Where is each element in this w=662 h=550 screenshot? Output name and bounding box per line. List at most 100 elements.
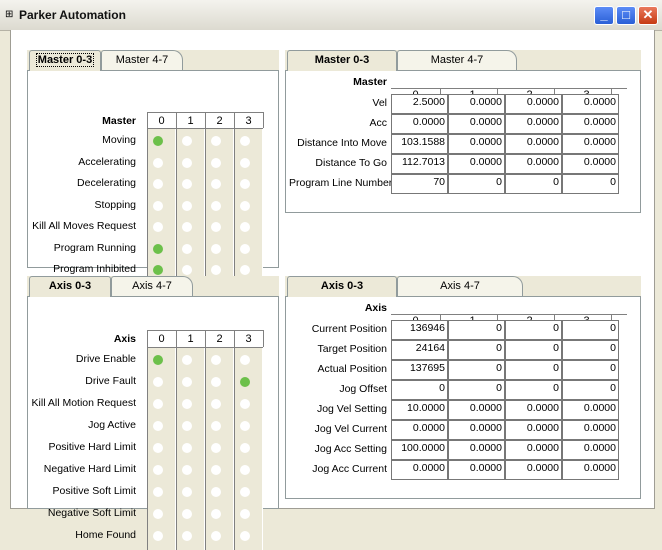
value-cell: 0.0000 <box>448 460 505 480</box>
header-divider <box>176 111 177 128</box>
grid-header-label: Axis <box>364 302 387 314</box>
status-led-indicator <box>211 465 221 475</box>
status-led-indicator <box>153 465 163 475</box>
status-led-indicator <box>211 509 221 519</box>
status-led-indicator <box>240 179 250 189</box>
status-led-indicator <box>153 443 163 453</box>
status-led-indicator <box>182 487 192 497</box>
header-divider <box>147 111 148 128</box>
status-row-label: Positive Hard Limit <box>48 441 136 453</box>
status-row-label: Drive Fault <box>85 375 136 387</box>
status-led-indicator <box>153 509 163 519</box>
value-cell: 0 <box>562 340 619 360</box>
value-cell: 0.0000 <box>505 460 562 480</box>
status-led-indicator <box>240 265 250 275</box>
status-led-indicator <box>153 421 163 431</box>
value-cell: 0 <box>448 360 505 380</box>
value-row-label: Jog Offset <box>339 383 387 395</box>
value-cell: 0.0000 <box>448 114 505 134</box>
status-led-indicator <box>182 355 192 365</box>
status-led-indicator <box>182 399 192 409</box>
status-led-indicator <box>153 179 163 189</box>
status-led-indicator <box>182 136 192 146</box>
minimize-button[interactable]: _ <box>594 6 614 25</box>
value-cell: 2.5000 <box>391 94 448 114</box>
column-header-0: 0 <box>158 333 165 345</box>
value-cell: 112.7013 <box>391 154 448 174</box>
value-row-label: Jog Vel Current <box>314 423 387 435</box>
status-led-indicator <box>240 465 250 475</box>
value-cell: 103.1588 <box>391 134 448 154</box>
status-led-indicator <box>182 531 192 541</box>
grid-header-label: Master <box>353 76 387 88</box>
value-cell: 0 <box>448 340 505 360</box>
status-led-indicator <box>240 136 250 146</box>
header-divider <box>176 330 177 347</box>
status-led-indicator <box>153 200 163 211</box>
tab-master-4-7[interactable]: Master 4-7 <box>101 50 183 70</box>
status-led-indicator <box>182 243 192 254</box>
value-cell: 0.0000 <box>391 460 448 480</box>
status-led-indicator <box>240 509 250 519</box>
status-led-indicator <box>240 222 250 232</box>
value-row-label: Target Position <box>317 343 387 355</box>
tab-axis-4-7[interactable]: Axis 4-7 <box>111 276 193 296</box>
status-led-indicator <box>240 443 250 453</box>
header-divider <box>263 111 264 128</box>
tab-axis-0-3[interactable]: Axis 0-3 <box>29 276 111 297</box>
header-divider <box>234 111 235 128</box>
value-cell: 70 <box>391 174 448 194</box>
column-header-2: 2 <box>216 114 223 127</box>
status-led-indicator <box>211 136 221 146</box>
header-divider <box>205 111 206 128</box>
status-led-indicator <box>211 243 221 254</box>
status-led-indicator <box>240 399 250 409</box>
value-row-label: Jog Acc Current <box>312 463 387 475</box>
value-row-label: Jog Vel Setting <box>316 403 387 415</box>
status-led-indicator <box>211 531 221 541</box>
tab-master-0-3-values[interactable]: Master 0-3 <box>287 50 397 71</box>
status-row-label: Kill All Moves Request <box>32 220 136 232</box>
status-row-label: Positive Soft Limit <box>52 485 136 497</box>
status-led-indicator <box>211 265 221 275</box>
tab-axis-0-3-values[interactable]: Axis 0-3 <box>287 276 397 297</box>
tab-master-4-7-values[interactable]: Master 4-7 <box>397 50 517 70</box>
status-led-indicator <box>182 465 192 475</box>
value-cell: 0 <box>448 174 505 194</box>
status-led-indicator <box>240 243 250 254</box>
value-cell: 136946 <box>391 320 448 340</box>
close-button[interactable]: ✕ <box>638 6 658 25</box>
maximize-button[interactable]: □ <box>616 6 636 25</box>
column-header-2: 2 <box>216 333 223 345</box>
header-divider <box>205 330 206 347</box>
status-led-indicator <box>240 531 250 541</box>
status-led-indicator <box>153 399 163 409</box>
status-led-indicator <box>211 443 221 453</box>
status-led-indicator <box>153 136 163 146</box>
status-row-label: Program Running <box>53 241 136 254</box>
column-header-3: 3 <box>245 114 252 127</box>
value-cell: 0.0000 <box>505 94 562 114</box>
status-row-label: Program Inhibited <box>53 263 136 275</box>
status-led-indicator <box>153 265 163 275</box>
value-cell: 0.0000 <box>505 400 562 420</box>
value-cell: 0.0000 <box>562 460 619 480</box>
value-cell: 0.0000 <box>562 440 619 460</box>
app-icon[interactable]: ⊞ <box>5 9 17 20</box>
value-cell: 0.0000 <box>562 94 619 114</box>
master-status-panel: Master 0-3 Master 4-7 Master 0 1 2 3 Moving Ac… <box>27 50 279 305</box>
status-led-indicator <box>240 200 250 211</box>
grid-header-label: Master <box>102 114 136 127</box>
status-led-indicator <box>182 179 192 189</box>
value-cell: 24164 <box>391 340 448 360</box>
value-cell: 0 <box>448 320 505 340</box>
status-led-indicator <box>153 355 163 365</box>
status-led-indicator <box>182 421 192 431</box>
window-title: Parker Automation <box>19 8 126 22</box>
tab-axis-4-7-values[interactable]: Axis 4-7 <box>397 276 523 296</box>
value-cell: 0.0000 <box>505 134 562 154</box>
status-led-indicator <box>211 399 221 409</box>
tab-master-0-3[interactable]: Master 0-3 <box>29 50 101 71</box>
status-led-indicator <box>240 157 250 168</box>
header-divider <box>263 330 264 347</box>
